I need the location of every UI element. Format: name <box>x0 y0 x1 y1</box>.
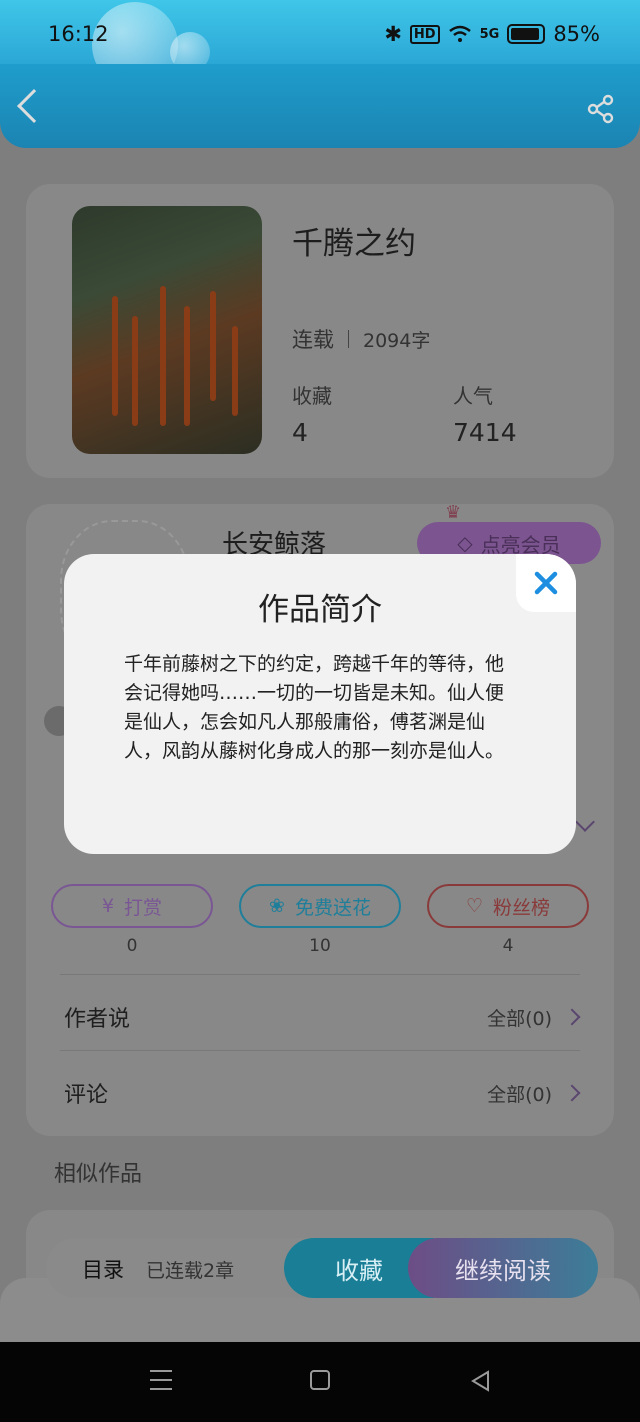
battery-level: 85% <box>553 22 600 46</box>
back-nav-icon[interactable] <box>470 1370 490 1392</box>
crown-icon: ♛ <box>445 502 462 523</box>
diamond-icon: ◇ <box>457 531 473 555</box>
chapter-count: 已连载2章 <box>146 1260 235 1282</box>
tip-count: 0 <box>126 936 138 956</box>
coin-icon: ¥ <box>101 895 115 917</box>
send-flower-button[interactable]: ❀ 免费送花 <box>239 884 401 928</box>
chevron-right-icon <box>563 1084 581 1102</box>
book-status: 连载 2094字 <box>292 324 430 354</box>
bottom-action-bar: 目录 已连载2章 收藏 继续阅读 <box>46 1238 598 1298</box>
home-icon[interactable] <box>310 1370 330 1390</box>
send-flower-label: 免费送花 <box>294 896 371 919</box>
fan-count: 4 <box>502 936 514 956</box>
app-header <box>0 64 640 148</box>
book-cover <box>72 206 262 454</box>
favorites-value: 4 <box>292 418 308 447</box>
divider <box>60 1050 580 1051</box>
chevron-right-icon <box>563 1008 581 1026</box>
divider <box>348 330 349 348</box>
fan-ranking-button[interactable]: ♡ 粉丝榜 <box>427 884 589 928</box>
word-count: 2094字 <box>363 329 431 352</box>
tip-button[interactable]: ¥ 打赏 <box>51 884 213 928</box>
author-says-count: 全部(0) <box>487 1007 552 1030</box>
hd-icon: HD <box>409 24 440 44</box>
bluetooth-icon: ✱ <box>384 22 402 46</box>
wifi-icon <box>448 25 471 42</box>
dialog-title: 作品简介 <box>258 592 382 628</box>
tip-label: 打赏 <box>124 896 163 919</box>
close-icon <box>534 571 558 595</box>
clock: 16:12 <box>48 22 109 46</box>
continue-reading-button[interactable]: 继续阅读 <box>408 1238 598 1298</box>
status-bar: 16:12 ✱ HD 5G 85% <box>0 0 640 88</box>
divider <box>60 974 580 975</box>
user-heart-icon: ♡ <box>465 895 484 917</box>
author-says-link[interactable]: 全部(0) <box>487 1004 581 1031</box>
system-navigation-bar <box>0 1342 640 1422</box>
fan-ranking-label: 粉丝榜 <box>493 896 551 919</box>
share-icon[interactable] <box>586 94 616 124</box>
back-icon[interactable] <box>17 89 51 123</box>
comments-count: 全部(0) <box>487 1083 552 1106</box>
serial-status: 连载 <box>292 328 334 352</box>
flower-icon: ❀ <box>269 895 285 917</box>
flower-count: 10 <box>309 936 331 956</box>
close-button[interactable] <box>516 554 576 612</box>
system-indicators: ✱ HD 5G 85% <box>384 22 600 46</box>
network-icon: 5G <box>479 26 500 42</box>
synopsis-dialog: 作品简介 千年前藤树之下的约定，跨越千年的等待，他会记得她吗……一切的一切皆是未… <box>64 554 576 854</box>
menu-icon[interactable] <box>150 1370 172 1397</box>
author-says-label: 作者说 <box>64 1007 131 1032</box>
comments-label: 评论 <box>64 1083 109 1108</box>
synopsis-text: 千年前藤树之下的约定，跨越千年的等待，他会记得她吗……一切的一切皆是未知。仙人便… <box>124 653 505 762</box>
book-title: 千腾之约 <box>292 226 416 262</box>
battery-icon <box>507 24 546 44</box>
favorites-label: 收藏 <box>292 384 332 408</box>
toc-button[interactable]: 目录 <box>82 1254 124 1284</box>
comments-link[interactable]: 全部(0) <box>487 1080 581 1107</box>
author-says-row[interactable]: 作者说 全部(0) <box>26 980 614 1054</box>
comments-row[interactable]: 评论 全部(0) <box>26 1056 614 1130</box>
similar-works-title: 相似作品 <box>54 1162 143 1187</box>
popularity-value: 7414 <box>453 418 517 447</box>
popularity-label: 人气 <box>453 384 493 408</box>
